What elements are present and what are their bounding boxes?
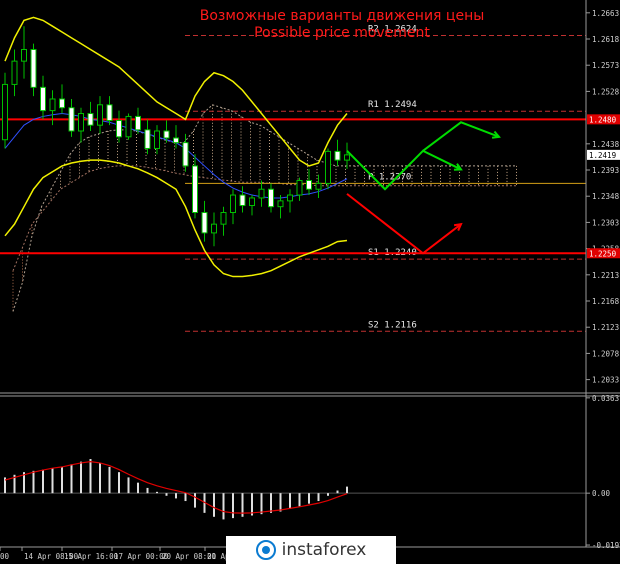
candle-body bbox=[239, 194, 246, 207]
candle-body bbox=[220, 212, 227, 225]
candle-body bbox=[277, 200, 284, 208]
candle-body bbox=[11, 60, 18, 85]
candle-body bbox=[144, 129, 151, 149]
candle-body bbox=[173, 137, 179, 144]
price-tick-label: 1.2303 bbox=[592, 218, 619, 227]
time-tick-label: 15 Apr 16:00 bbox=[64, 552, 119, 561]
candle-body bbox=[2, 83, 8, 141]
price-tick-label: 1.2528 bbox=[592, 87, 620, 96]
candle-body bbox=[59, 98, 65, 109]
candle-body bbox=[334, 150, 341, 161]
candle-body bbox=[125, 115, 132, 138]
candle-body bbox=[87, 113, 94, 126]
price-tick-label: 1.2348 bbox=[592, 192, 620, 201]
candle-body bbox=[154, 130, 160, 149]
candle-body bbox=[201, 212, 208, 234]
price-tick-label: 1.2663 bbox=[592, 9, 619, 18]
time-tick-label: 17 Apr 00:00 bbox=[114, 552, 169, 561]
price-tick-label: 1.2213 bbox=[592, 271, 619, 280]
candle-body bbox=[287, 194, 293, 202]
candle-body bbox=[68, 107, 75, 132]
price-tick-label: 1.2618 bbox=[592, 35, 620, 44]
candle-body bbox=[315, 182, 322, 190]
osc-tick-label: -0.01975 bbox=[592, 541, 620, 550]
price-tick-label: 1.2573 bbox=[592, 61, 619, 70]
time-tick-label: 00 bbox=[0, 552, 10, 561]
price-tick-label: 1.2438 bbox=[592, 140, 620, 149]
candle-body bbox=[325, 150, 331, 184]
chart-title-en: Possible price movement bbox=[254, 25, 430, 41]
candle-body bbox=[344, 154, 350, 161]
price-tick-label: 1.2393 bbox=[592, 166, 619, 175]
brand-logo-icon bbox=[255, 540, 276, 560]
candle-body bbox=[163, 130, 170, 139]
candle-body bbox=[182, 142, 189, 167]
brand-name: instaforex bbox=[281, 540, 367, 560]
candle-body bbox=[78, 113, 84, 132]
price-chart: R2 1.2624R1 1.2494P 1.2370S1 1.2240S2 1.… bbox=[0, 0, 620, 564]
candle-body bbox=[249, 197, 255, 207]
candle-body bbox=[116, 120, 122, 138]
candle-body bbox=[192, 165, 198, 214]
candle-body bbox=[135, 115, 141, 131]
candle-body bbox=[106, 104, 113, 122]
osc-tick-label: 0.00 bbox=[592, 489, 611, 498]
chart-title-ru: Возможные варианты движения цены bbox=[200, 8, 485, 24]
candle-body bbox=[49, 98, 56, 112]
price-highlight-label: 1.2419 bbox=[589, 151, 616, 160]
osc-tick-label: 0.0363 bbox=[592, 394, 619, 403]
candle-body bbox=[296, 179, 303, 196]
candle-body bbox=[21, 48, 27, 62]
candle-body bbox=[97, 104, 103, 126]
price-tick-label: 1.2123 bbox=[592, 323, 619, 332]
pivot-label-r1: R1 1.2494 bbox=[368, 100, 417, 110]
candle-body bbox=[268, 188, 274, 208]
candle-body bbox=[230, 194, 236, 214]
pivot-label-s2: S2 1.2116 bbox=[368, 320, 417, 330]
price-tick-label: 1.2033 bbox=[592, 376, 619, 385]
price-highlight-label: 1.2250 bbox=[589, 249, 617, 258]
candle-body bbox=[306, 179, 312, 190]
price-tick-label: 1.2078 bbox=[592, 349, 620, 358]
watermark: instaforex bbox=[226, 536, 396, 564]
price-highlight-label: 1.2480 bbox=[589, 115, 617, 124]
candle-body bbox=[211, 223, 217, 234]
candle-body bbox=[30, 48, 37, 88]
price-tick-label: 1.2168 bbox=[592, 297, 620, 306]
candle-body bbox=[40, 86, 46, 112]
candle-body bbox=[258, 188, 265, 199]
